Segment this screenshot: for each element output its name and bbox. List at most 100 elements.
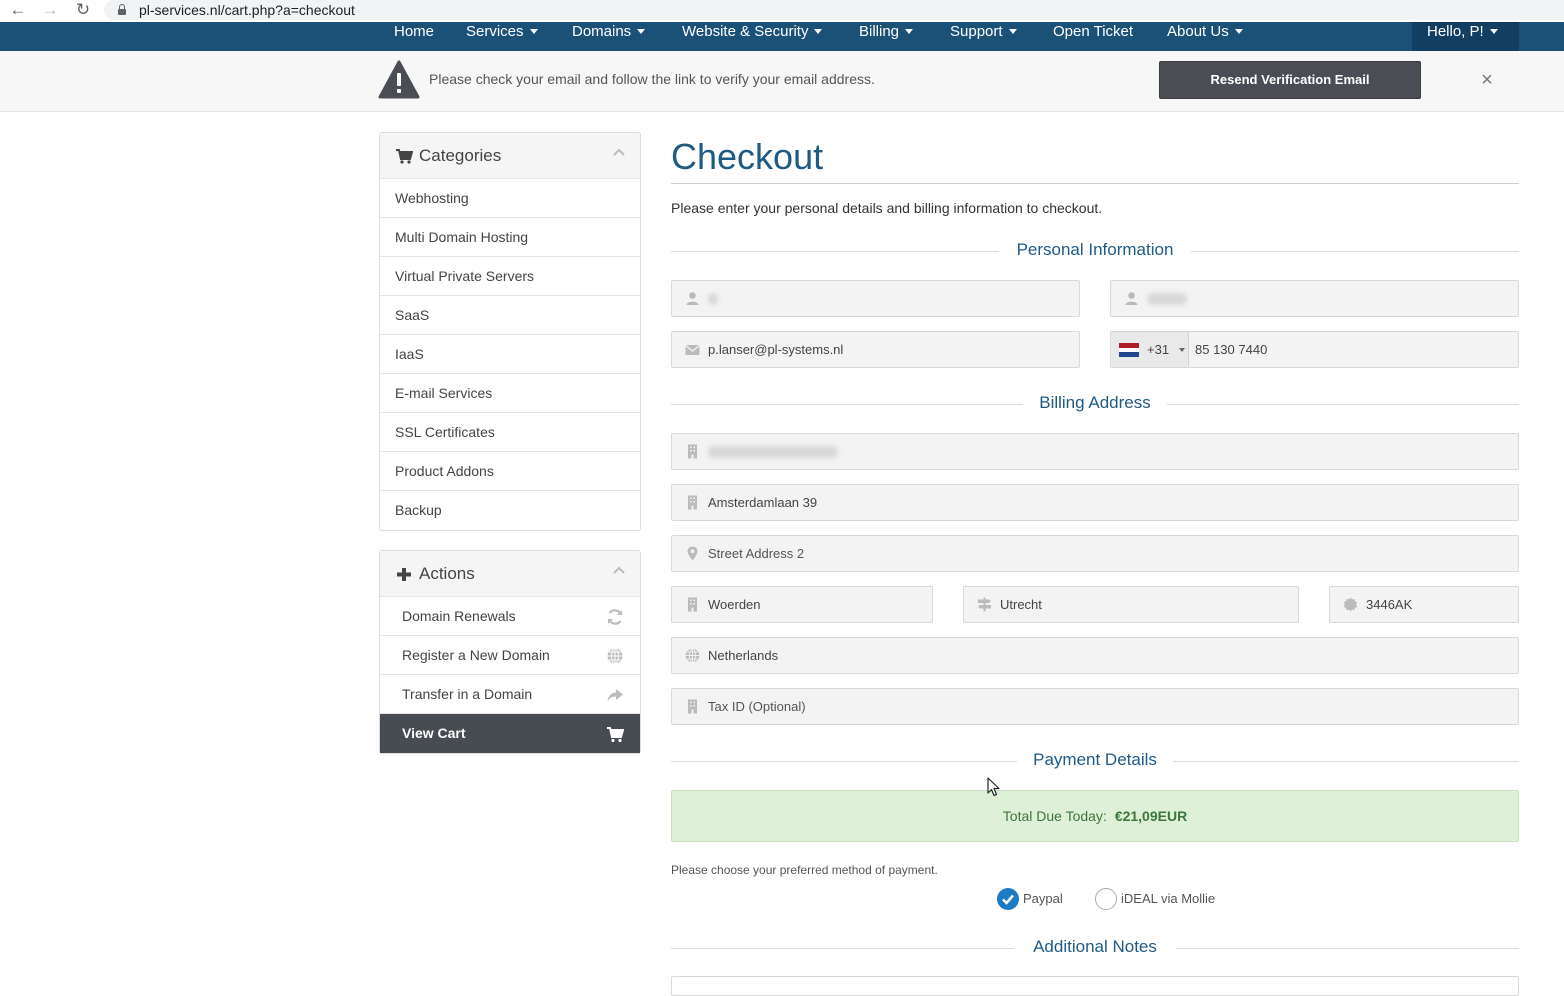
signpost-icon — [978, 597, 991, 612]
personal-info-heading: Personal Information — [671, 240, 1519, 262]
building-icon — [688, 495, 697, 510]
map-marker-icon — [687, 546, 698, 561]
verify-message: Please check your email and follow the l… — [429, 71, 875, 87]
user-greeting[interactable]: Hello, P! — [1427, 22, 1498, 44]
redacted-company-name — [708, 446, 838, 458]
user-icon — [1125, 292, 1138, 305]
caret-down-icon — [814, 28, 823, 34]
page-title: Checkout — [671, 136, 824, 177]
tax-id-field[interactable]: Tax ID (Optional) — [671, 688, 1519, 725]
category-item[interactable]: E-mail Services — [380, 374, 640, 413]
warning-icon — [378, 60, 420, 99]
plus-icon — [397, 568, 411, 581]
city-field[interactable]: Woerden — [671, 586, 933, 623]
category-item[interactable]: SSL Certificates — [380, 413, 640, 452]
redacted-first-name — [708, 293, 718, 305]
category-item[interactable]: Multi Domain Hosting — [380, 218, 640, 257]
postcode-field[interactable]: 3446AK — [1329, 586, 1519, 623]
categories-title: Categories — [419, 146, 502, 165]
country-code-selector[interactable]: +31 — [1111, 332, 1189, 367]
title-divider — [671, 183, 1519, 184]
category-item[interactable]: IaaS — [380, 335, 640, 374]
address1-field[interactable]: Amsterdamlaan 39 — [671, 484, 1519, 521]
chevron-up-icon[interactable] — [613, 147, 625, 159]
url-text: pl-services.nl/cart.php?a=checkout — [139, 2, 355, 18]
action-transfer-domain[interactable]: Transfer in a Domain — [380, 675, 640, 714]
nav-home[interactable]: Home — [394, 22, 434, 44]
tax-id-placeholder: Tax ID (Optional) — [708, 699, 806, 714]
nav-open-ticket[interactable]: Open Ticket — [1053, 22, 1133, 44]
user-icon — [686, 292, 699, 305]
close-icon[interactable]: × — [1478, 69, 1496, 91]
browser-toolbar: ← → ↻ pl-services.nl/cart.php?a=checkout — [0, 0, 1564, 22]
redacted-last-name — [1147, 293, 1187, 305]
netherlands-flag-icon — [1119, 343, 1139, 357]
certificate-icon — [1343, 597, 1358, 612]
company-name-field[interactable] — [671, 433, 1519, 470]
cart-icon — [607, 727, 624, 743]
building-icon — [688, 699, 697, 714]
state-field[interactable]: Utrecht — [963, 586, 1299, 623]
notes-textarea[interactable] — [671, 976, 1519, 996]
billing-address-heading: Billing Address — [671, 393, 1519, 415]
category-item[interactable]: Webhosting — [380, 179, 640, 218]
main-navigation: Home Services Domains Website & Security… — [0, 22, 1564, 51]
additional-notes-heading: Additional Notes — [671, 937, 1519, 959]
envelope-icon — [685, 344, 700, 355]
caret-down-icon — [1489, 28, 1498, 34]
radio-checked-icon[interactable] — [997, 888, 1019, 910]
phone-field[interactable]: +31 85 130 7440 — [1110, 331, 1519, 368]
back-arrow-icon[interactable]: ← — [8, 1, 28, 19]
actions-title: Actions — [419, 564, 475, 583]
total-due-label: Total Due Today: — [1002, 808, 1107, 824]
cart-icon — [396, 149, 413, 164]
user-menu[interactable]: Hello, P! — [1412, 22, 1519, 51]
caret-down-icon — [1179, 348, 1185, 352]
mouse-cursor-icon — [987, 777, 1000, 797]
category-item[interactable]: Virtual Private Servers — [380, 257, 640, 296]
view-cart-button[interactable]: View Cart — [380, 714, 640, 753]
nav-about-us[interactable]: About Us — [1167, 22, 1243, 44]
categories-header[interactable]: Categories — [380, 133, 640, 179]
first-name-field[interactable] — [671, 280, 1080, 317]
country-field[interactable]: Netherlands — [671, 637, 1519, 674]
payment-method-note: Please choose your preferred method of p… — [671, 863, 938, 877]
nav-billing[interactable]: Billing — [859, 22, 914, 44]
category-item[interactable]: Product Addons — [380, 452, 640, 491]
globe-icon — [685, 648, 700, 663]
verify-email-banner: Please check your email and follow the l… — [0, 51, 1564, 112]
address2-placeholder: Street Address 2 — [708, 546, 805, 561]
resend-verification-button[interactable]: Resend Verification Email — [1159, 61, 1421, 99]
address-bar[interactable]: pl-services.nl/cart.php?a=checkout — [104, 0, 1564, 20]
caret-down-icon — [1234, 28, 1243, 34]
lock-icon — [118, 4, 126, 15]
nav-services[interactable]: Services — [466, 22, 538, 44]
forward-arrow-icon[interactable]: → — [40, 1, 60, 19]
categories-panel: Categories Webhosting Multi Domain Hosti… — [379, 132, 641, 531]
payment-details-heading: Payment Details — [671, 750, 1519, 772]
checkout-intro: Please enter your personal details and b… — [671, 200, 1103, 216]
category-item[interactable]: SaaS — [380, 296, 640, 335]
nav-support[interactable]: Support — [950, 22, 1017, 44]
category-item[interactable]: Backup — [380, 491, 640, 530]
building-icon — [688, 444, 697, 459]
caret-down-icon — [529, 28, 538, 34]
email-field[interactable]: p.lanser@pl-systems.nl — [671, 331, 1080, 368]
nav-website-security[interactable]: Website & Security — [682, 22, 823, 44]
address2-field[interactable]: Street Address 2 — [671, 535, 1519, 572]
caret-down-icon — [1008, 28, 1017, 34]
total-due-box: Total Due Today: €21,09EUR — [671, 790, 1519, 842]
action-register-domain[interactable]: Register a New Domain — [380, 636, 640, 675]
chevron-up-icon[interactable] — [613, 565, 625, 577]
actions-header[interactable]: Actions — [380, 551, 640, 597]
caret-down-icon — [637, 28, 646, 34]
nav-domains[interactable]: Domains — [572, 22, 646, 44]
refresh-icon — [607, 609, 623, 625]
action-domain-renewals[interactable]: Domain Renewals — [380, 597, 640, 636]
radio-unchecked-icon[interactable] — [1095, 888, 1117, 910]
reload-icon[interactable]: ↻ — [73, 1, 93, 19]
globe-icon — [607, 648, 623, 664]
actions-panel: Actions Domain Renewals Register a New D… — [379, 550, 641, 754]
last-name-field[interactable] — [1110, 280, 1519, 317]
building-icon — [688, 597, 697, 612]
